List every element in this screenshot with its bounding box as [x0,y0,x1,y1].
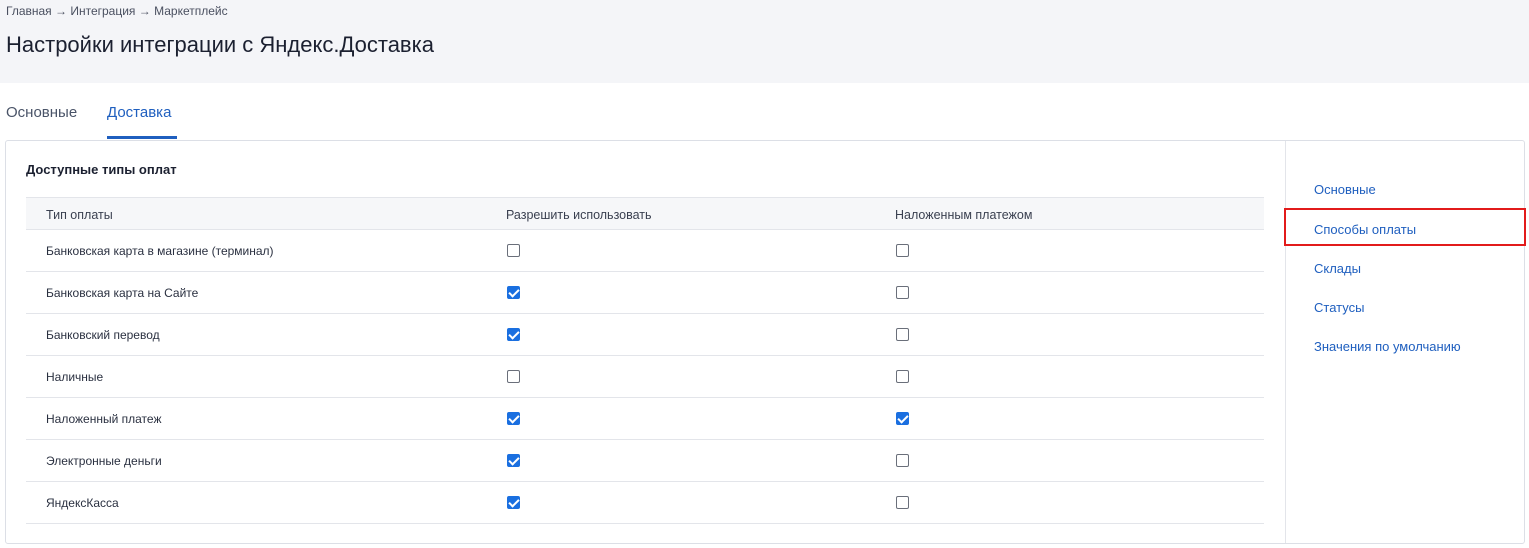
settings-panel: Доступные типы оплат Тип оплаты Разрешит… [5,140,1526,544]
cod-checkbox[interactable] [896,454,909,467]
column-header-allow: Разрешить использовать [506,208,652,222]
payment-type-label: Банковский перевод [46,328,160,342]
cod-checkbox[interactable] [896,370,909,383]
section-title: Доступные типы оплат [26,162,177,177]
section-nav-item-defaults[interactable]: Значения по умолчанию [1314,339,1461,354]
page-header: Главная → Интеграция → Маркетплейс Настр… [0,0,1529,83]
allow-checkbox[interactable] [507,286,520,299]
cod-checkbox[interactable] [896,244,909,257]
payment-type-label: Наличные [46,370,104,384]
cod-checkbox[interactable] [896,496,909,509]
payment-type-label: Банковская карта в магазине (терминал) [46,244,274,258]
payment-type-label: Электронные деньги [46,454,162,468]
tab-delivery[interactable]: Доставка [107,104,171,121]
payment-types-table: Тип оплаты Разрешить использовать Наложе… [26,197,1264,524]
table-row: Электронные деньги [26,440,1264,482]
table-row: Банковский перевод [26,314,1264,356]
tab-bar: Основные Доставка [0,83,1529,140]
column-header-payment-type: Тип оплаты [46,208,113,222]
breadcrumb: Главная → Интеграция → Маркетплейс [6,4,228,18]
allow-checkbox[interactable] [507,370,520,383]
table-row: Наличные [26,356,1264,398]
cod-checkbox[interactable] [896,286,909,299]
table-row: ЯндексКасса [26,482,1264,524]
section-nav: Основные Способы оплаты Склады Статусы З… [1284,141,1526,543]
allow-checkbox[interactable] [507,244,520,257]
allow-checkbox[interactable] [507,412,520,425]
tab-main[interactable]: Основные [6,104,77,121]
payment-type-label: Банковская карта на Сайте [46,286,199,300]
cod-checkbox[interactable] [896,328,909,341]
section-nav-item-payment-methods[interactable]: Способы оплаты [1314,222,1416,237]
section-nav-item-warehouses[interactable]: Склады [1314,261,1361,276]
section-nav-item-main[interactable]: Основные [1314,182,1376,197]
page-title: Настройки интеграции с Яндекс.Доставка [6,32,434,57]
allow-checkbox[interactable] [507,328,520,341]
table-row: Банковская карта в магазине (терминал) [26,230,1264,272]
table-row: Наложенный платеж [26,398,1264,440]
cod-checkbox[interactable] [896,412,909,425]
column-header-cod: Наложенным платежом [895,208,1033,222]
table-header: Тип оплаты Разрешить использовать Наложе… [26,197,1264,230]
payment-type-label: Наложенный платеж [46,412,162,426]
table-row: Банковская карта на Сайте [26,272,1264,314]
allow-checkbox[interactable] [507,496,520,509]
section-nav-item-statuses[interactable]: Статусы [1314,300,1364,315]
active-tab-indicator [107,136,177,139]
payment-type-label: ЯндексКасса [46,496,119,510]
allow-checkbox[interactable] [507,454,520,467]
